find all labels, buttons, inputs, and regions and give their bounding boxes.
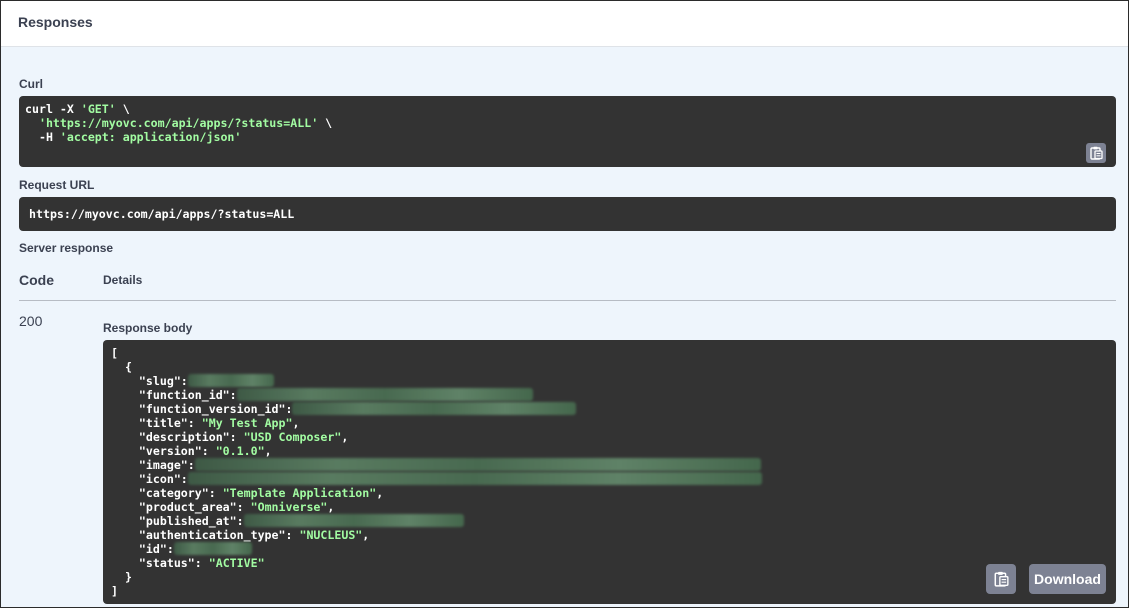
json-key-category: "category":: [111, 486, 223, 500]
json-value-category: "Template Application": [222, 486, 377, 500]
json-value-version: "0.1.0": [215, 444, 265, 458]
response-status-code: 200: [19, 313, 43, 329]
json-line-function-version-id: "function_version_id":: [111, 402, 1108, 416]
json-open-bracket: [: [111, 346, 118, 360]
json-line-authentication-type: "authentication_type": "NUCLEUS",: [111, 528, 1108, 542]
redacted-id: [173, 542, 252, 555]
curl-line-continuation: \: [318, 116, 333, 130]
redacted-image: [194, 458, 761, 471]
redacted-icon: [187, 472, 762, 485]
json-close-brace: }: [111, 570, 132, 584]
code-column-header: Code: [19, 272, 54, 288]
json-comma: ,: [362, 528, 370, 542]
json-key-function-id: "function_id":: [111, 388, 237, 402]
curl-label: Curl: [19, 77, 43, 91]
curl-url: 'https://myovc.com/api/apps/?status=ALL': [38, 116, 319, 130]
request-url-value: https://myovc.com/api/apps/?status=ALL: [29, 207, 295, 221]
json-key-authentication-type: "authentication_type":: [111, 528, 300, 542]
json-line-version: "version": "0.1.0",: [111, 444, 1108, 458]
json-line-status: "status": "ACTIVE": [111, 556, 1108, 570]
json-key-icon: "icon":: [111, 472, 188, 486]
json-key-status: "status":: [111, 556, 209, 570]
json-comma: ,: [264, 444, 272, 458]
json-key-slug: "slug":: [111, 374, 188, 388]
curl-header-value: 'accept: application/json': [59, 130, 242, 144]
json-value-product-area: "Omniverse": [250, 500, 328, 514]
json-key-function-version-id: "function_version_id":: [111, 402, 293, 416]
responses-header: Responses: [1, 1, 1128, 47]
json-line: {: [111, 360, 1108, 374]
json-comma: ,: [327, 500, 335, 514]
json-key-description: "description":: [111, 430, 244, 444]
json-line-icon: "icon":: [111, 472, 1108, 486]
json-line: [: [111, 346, 1108, 360]
json-line-image: "image":: [111, 458, 1108, 472]
json-line: }: [111, 570, 1108, 584]
redacted-function-id: [236, 388, 533, 401]
download-button[interactable]: Download: [1029, 564, 1106, 594]
json-key-published-at: "published_at":: [111, 514, 244, 528]
curl-header-flag: -H: [25, 130, 60, 144]
curl-command: curl -X: [25, 102, 81, 116]
curl-indent: [25, 116, 39, 130]
json-line-slug: "slug":: [111, 374, 1108, 388]
json-line-description: "description": "USD Composer",: [111, 430, 1108, 444]
redacted-function-version-id: [292, 402, 577, 415]
json-key-title: "title":: [111, 416, 202, 430]
json-value-title: "My Test App": [201, 416, 293, 430]
json-value-status: "ACTIVE": [208, 556, 265, 570]
json-line-product-area: "product_area": "Omniverse",: [111, 500, 1108, 514]
json-comma: ,: [376, 486, 384, 500]
curl-line-1: curl -X 'GET' \: [25, 102, 1110, 116]
details-column-header: Details: [103, 273, 143, 287]
curl-method: 'GET': [80, 102, 116, 116]
json-comma: ,: [292, 416, 300, 430]
responses-panel: Responses Curl curl -X 'GET' \ 'https://…: [0, 0, 1129, 608]
curl-line-3: -H 'accept: application/json': [25, 130, 1110, 144]
responses-title: Responses: [18, 14, 93, 30]
json-line-id: "id":: [111, 542, 1108, 556]
response-body-block[interactable]: [ { "slug": "function_id": "function_ver…: [103, 340, 1116, 604]
curl-code-block[interactable]: curl -X 'GET' \ 'https://myovc.com/api/a…: [19, 96, 1116, 167]
json-line-published-at: "published_at":: [111, 514, 1108, 528]
curl-line-continuation: \: [115, 102, 130, 116]
request-url-block[interactable]: https://myovc.com/api/apps/?status=ALL: [19, 197, 1116, 231]
response-body-label: Response body: [103, 321, 193, 335]
json-key-id: "id":: [111, 542, 174, 556]
json-value-description: "USD Composer": [243, 430, 342, 444]
curl-line-2: 'https://myovc.com/api/apps/?status=ALL'…: [25, 116, 1110, 130]
request-url-label: Request URL: [19, 178, 95, 192]
copy-curl-button[interactable]: [1086, 143, 1106, 163]
clipboard-icon: [1090, 146, 1103, 160]
json-value-authentication-type: "NUCLEUS": [299, 528, 363, 542]
json-line-function-id: "function_id":: [111, 388, 1108, 402]
json-key-image: "image":: [111, 458, 195, 472]
json-line-title: "title": "My Test App",: [111, 416, 1108, 430]
json-key-product-area: "product_area":: [111, 500, 251, 514]
copy-response-button[interactable]: [986, 564, 1016, 594]
json-comma: ,: [341, 430, 349, 444]
json-key-version: "version":: [111, 444, 216, 458]
table-divider: [19, 300, 1116, 301]
json-close-bracket: ]: [111, 584, 118, 598]
redacted-slug: [187, 374, 274, 387]
redacted-published-at: [243, 514, 464, 527]
clipboard-icon: [994, 571, 1009, 587]
server-response-label: Server response: [19, 241, 114, 255]
json-line-category: "category": "Template Application",: [111, 486, 1108, 500]
json-open-brace: {: [111, 360, 132, 374]
json-line: ]: [111, 584, 1108, 598]
